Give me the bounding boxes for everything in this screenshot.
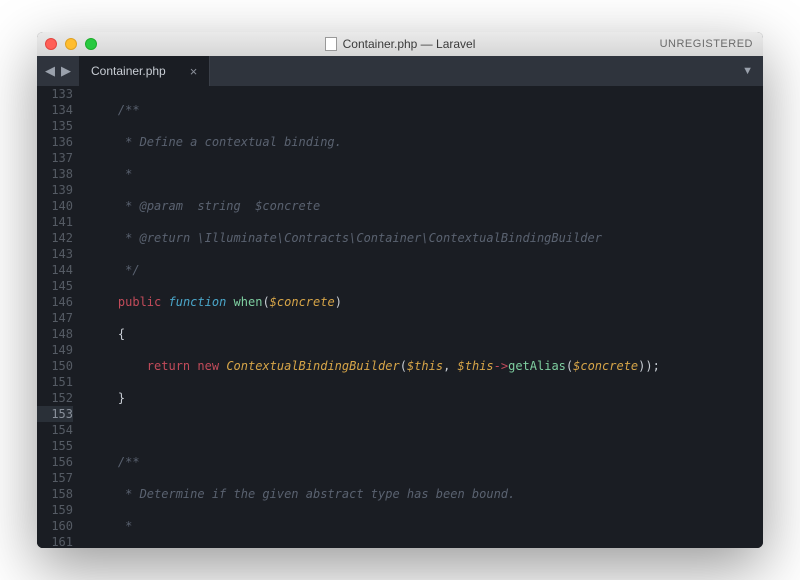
editor-window: Container.php — Laravel UNREGISTERED ◀ ▶… (37, 32, 763, 548)
titlebar[interactable]: Container.php — Laravel UNREGISTERED (37, 32, 763, 56)
tab-menu-icon[interactable]: ▼ (732, 56, 763, 86)
line-number: 139 (37, 182, 73, 198)
document-icon (325, 37, 337, 51)
line-number: 147 (37, 310, 73, 326)
tab-close-icon[interactable]: × (190, 64, 198, 79)
line-number: 140 (37, 198, 73, 214)
line-number: 157 (37, 470, 73, 486)
line-number: 136 (37, 134, 73, 150)
line-number-gutter: 1331341351361371381391401411421431441451… (37, 86, 81, 548)
nav-forward-icon[interactable]: ▶ (59, 63, 73, 79)
line-number: 149 (37, 342, 73, 358)
line-number: 137 (37, 150, 73, 166)
line-number: 135 (37, 118, 73, 134)
line-number: 133 (37, 86, 73, 102)
line-number: 153 (37, 406, 73, 422)
traffic-lights (45, 38, 97, 50)
maximize-icon[interactable] (85, 38, 97, 50)
line-number: 134 (37, 102, 73, 118)
line-number: 152 (37, 390, 73, 406)
line-number: 151 (37, 374, 73, 390)
tab-label: Container.php (91, 64, 166, 78)
window-title: Container.php — Laravel (37, 37, 763, 51)
line-number: 141 (37, 214, 73, 230)
line-number: 143 (37, 246, 73, 262)
minimize-icon[interactable] (65, 38, 77, 50)
line-number: 145 (37, 278, 73, 294)
line-number: 144 (37, 262, 73, 278)
line-number: 160 (37, 518, 73, 534)
tab-bar: ◀ ▶ Container.php × ▼ (37, 56, 763, 86)
line-number: 150 (37, 358, 73, 374)
line-number: 142 (37, 230, 73, 246)
line-number: 138 (37, 166, 73, 182)
nav-back-icon[interactable]: ◀ (43, 63, 57, 79)
code-area[interactable]: /** * Define a contextual binding. * * @… (81, 86, 763, 548)
line-number: 154 (37, 422, 73, 438)
nav-arrows: ◀ ▶ (37, 56, 79, 86)
title-text: Container.php — Laravel (343, 37, 476, 51)
line-number: 155 (37, 438, 73, 454)
line-number: 158 (37, 486, 73, 502)
close-icon[interactable] (45, 38, 57, 50)
line-number: 159 (37, 502, 73, 518)
unregistered-label: UNREGISTERED (660, 38, 753, 50)
tab-container-php[interactable]: Container.php × (79, 56, 210, 86)
line-number: 146 (37, 294, 73, 310)
line-number: 161 (37, 534, 73, 548)
line-number: 156 (37, 454, 73, 470)
line-number: 148 (37, 326, 73, 342)
code-editor[interactable]: 1331341351361371381391401411421431441451… (37, 86, 763, 548)
